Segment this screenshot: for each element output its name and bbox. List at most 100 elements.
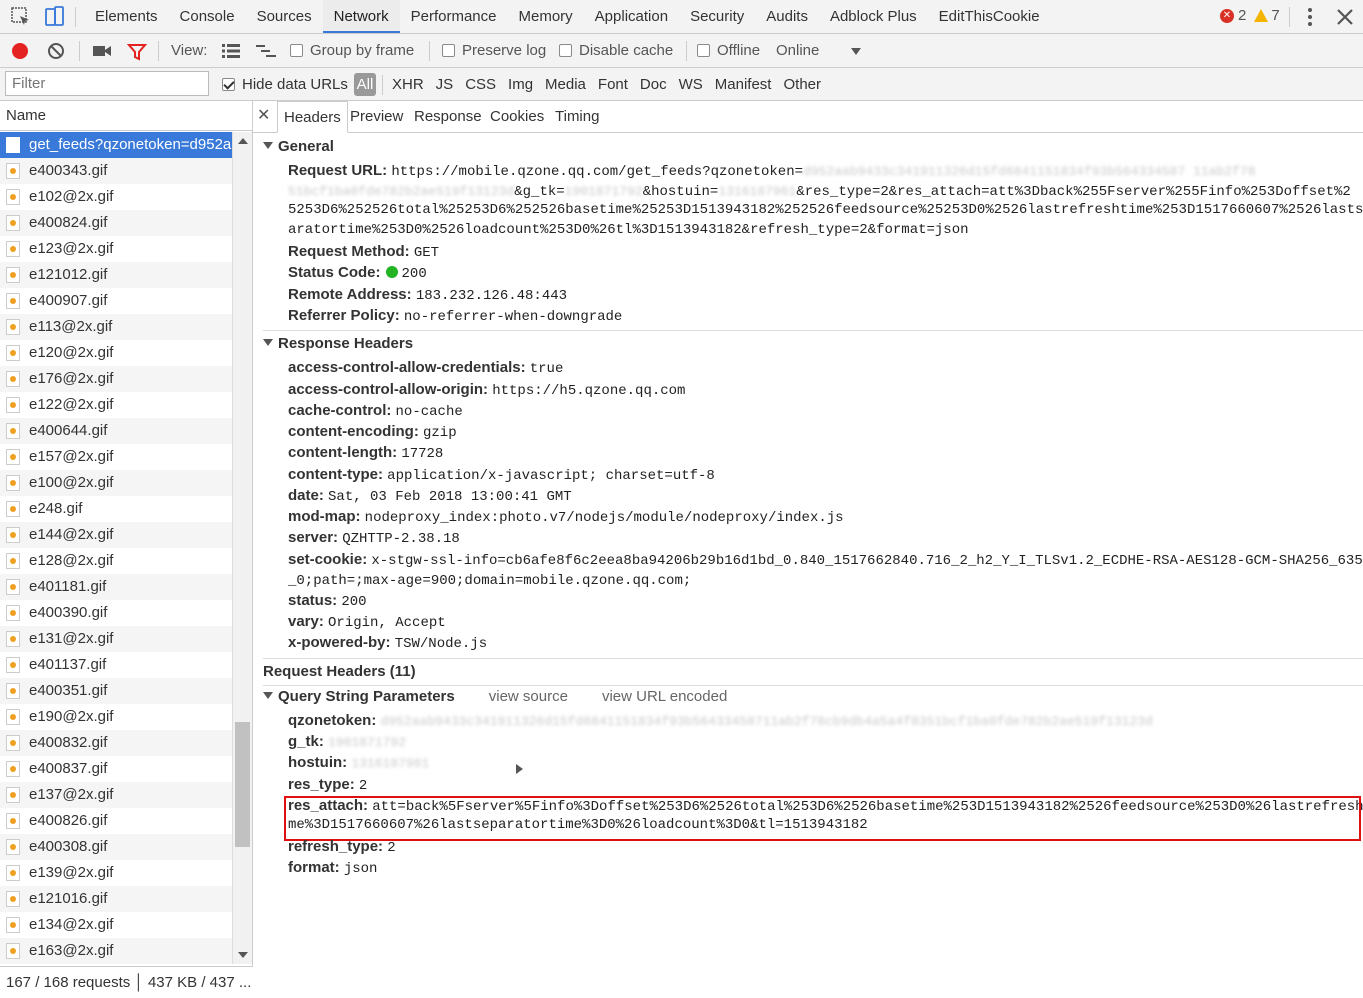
request-row[interactable]: e401137.gif [0, 652, 232, 678]
request-name: e400824.gif [29, 214, 108, 231]
response-header-row: _0;path=;max-age=900;domain=mobile.qzone… [288, 573, 692, 589]
tab-preview[interactable]: Preview [344, 101, 409, 133]
tab-sources[interactable]: Sources [246, 0, 323, 33]
tab-elements[interactable]: Elements [84, 0, 169, 33]
request-row[interactable]: e163@2x.gif [0, 938, 232, 964]
group-by-frame-checkbox[interactable]: Group by frame [290, 34, 414, 68]
request-row[interactable]: e120@2x.gif [0, 340, 232, 366]
filter-all-button[interactable]: All [354, 73, 376, 96]
waterfall-overview-icon[interactable] [255, 43, 277, 59]
filter-ws[interactable]: WS [679, 68, 703, 101]
request-name: e131@2x.gif [29, 630, 114, 647]
request-row[interactable]: e400351.gif [0, 678, 232, 704]
scroll-up-icon[interactable] [238, 138, 248, 144]
disable-cache-checkbox[interactable]: Disable cache [559, 34, 673, 68]
hide-data-urls-checkbox[interactable]: Hide data URLs [222, 68, 348, 101]
filter-manifest[interactable]: Manifest [715, 68, 772, 101]
request-row[interactable]: e128@2x.gif [0, 548, 232, 574]
filter-doc[interactable]: Doc [640, 68, 667, 101]
request-row[interactable]: e400826.gif [0, 808, 232, 834]
general-section-toggle[interactable]: General [263, 138, 334, 155]
request-row[interactable]: e400837.gif [0, 756, 232, 782]
filter-funnel-icon[interactable] [127, 42, 147, 62]
name-column-header[interactable]: Name [0, 101, 252, 131]
filter-font[interactable]: Font [598, 68, 628, 101]
request-row[interactable]: e131@2x.gif [0, 626, 232, 652]
request-row[interactable]: e100@2x.gif [0, 470, 232, 496]
scroll-down-icon[interactable] [238, 952, 248, 958]
offline-checkbox[interactable]: Offline [697, 34, 760, 68]
screenshot-camera-icon[interactable] [92, 42, 112, 60]
view-url-encoded-link[interactable]: view URL encoded [602, 688, 727, 705]
request-row[interactable]: e134@2x.gif [0, 912, 232, 938]
filter-css[interactable]: CSS [465, 68, 496, 101]
filter-media[interactable]: Media [545, 68, 586, 101]
filter-input[interactable] [5, 71, 209, 96]
request-row[interactable]: e401181.gif [0, 574, 232, 600]
request-row[interactable]: e139@2x.gif [0, 860, 232, 886]
throttling-select[interactable]: Online [776, 34, 819, 68]
request-headers-toggle[interactable]: Request Headers (11) [263, 663, 523, 774]
tab-adblock-plus[interactable]: Adblock Plus [819, 0, 928, 33]
request-row[interactable]: e113@2x.gif [0, 314, 232, 340]
requests-scrollbar[interactable] [232, 132, 252, 964]
filter-xhr[interactable]: XHR [392, 68, 424, 101]
request-row[interactable]: e157@2x.gif [0, 444, 232, 470]
tab-cookies[interactable]: Cookies [484, 101, 550, 133]
request-row[interactable]: e137@2x.gif [0, 782, 232, 808]
large-rows-icon[interactable] [221, 43, 241, 59]
scrollbar-thumb[interactable] [235, 722, 250, 847]
request-row[interactable]: e400308.gif [0, 834, 232, 860]
response-headers-toggle[interactable]: Response Headers [263, 335, 413, 352]
request-row[interactable]: e121012.gif [0, 262, 232, 288]
filter-other[interactable]: Other [783, 68, 821, 101]
request-row[interactable]: e400824.gif [0, 210, 232, 236]
tab-editthiscookie[interactable]: EditThisCookie [928, 0, 1051, 33]
more-menu-icon[interactable] [1298, 5, 1322, 29]
request-row[interactable]: e144@2x.gif [0, 522, 232, 548]
tab-memory[interactable]: Memory [508, 0, 584, 33]
filter-js[interactable]: JS [436, 68, 454, 101]
file-icon [6, 371, 20, 387]
tab-network[interactable]: Network [322, 0, 400, 33]
tab-response[interactable]: Response [408, 101, 488, 133]
request-row[interactable]: e400832.gif [0, 730, 232, 756]
request-row[interactable]: e176@2x.gif [0, 366, 232, 392]
request-row[interactable]: e122@2x.gif [0, 392, 232, 418]
file-icon [6, 527, 20, 543]
request-row[interactable]: e400907.gif [0, 288, 232, 314]
close-details-icon[interactable]: ✕ [257, 105, 271, 125]
clear-icon[interactable] [46, 41, 66, 61]
request-row[interactable]: e248.gif [0, 496, 232, 522]
query-params-toggle[interactable]: Query String Parameters view source view U… [263, 688, 727, 705]
request-row[interactable]: e102@2x.gif [0, 184, 232, 210]
response-header-row: mod-map: nodeproxy_index:photo.v7/nodejs… [288, 508, 844, 526]
tab-console[interactable]: Console [169, 0, 246, 33]
request-row[interactable]: e400343.gif [0, 158, 232, 184]
inspect-element-icon[interactable] [9, 5, 33, 29]
record-icon[interactable] [10, 41, 30, 61]
response-header-row: vary: Origin, Accept [288, 613, 446, 631]
tab-audits[interactable]: Audits [755, 0, 819, 33]
request-row[interactable]: e190@2x.gif [0, 704, 232, 730]
filter-img[interactable]: Img [508, 68, 533, 101]
request-row[interactable]: e123@2x.gif [0, 236, 232, 262]
request-row[interactable]: e400390.gif [0, 600, 232, 626]
request-row[interactable]: e121016.gif [0, 886, 232, 912]
tab-headers[interactable]: Headers [277, 101, 348, 133]
view-source-link[interactable]: view source [489, 688, 568, 705]
request-row[interactable]: e400644.gif [0, 418, 232, 444]
tab-performance[interactable]: Performance [400, 0, 508, 33]
issues-counter[interactable]: ✕ 2 7 [1220, 7, 1280, 24]
close-devtools-icon[interactable] [1333, 5, 1357, 29]
chevron-down-icon[interactable] [850, 47, 862, 56]
request-row[interactable]: get_feeds?qzonetoken=d952aab9433c [0, 132, 232, 158]
tab-application[interactable]: Application [584, 0, 679, 33]
remote-address: Remote Address: 183.232.126.48:443 [288, 286, 568, 304]
preserve-log-checkbox[interactable]: Preserve log [442, 34, 546, 68]
device-toolbar-icon[interactable] [42, 5, 66, 29]
tab-timing[interactable]: Timing [549, 101, 605, 133]
request-name: e113@2x.gif [29, 318, 113, 335]
warning-count: 7 [1271, 7, 1280, 24]
tab-security[interactable]: Security [679, 0, 755, 33]
